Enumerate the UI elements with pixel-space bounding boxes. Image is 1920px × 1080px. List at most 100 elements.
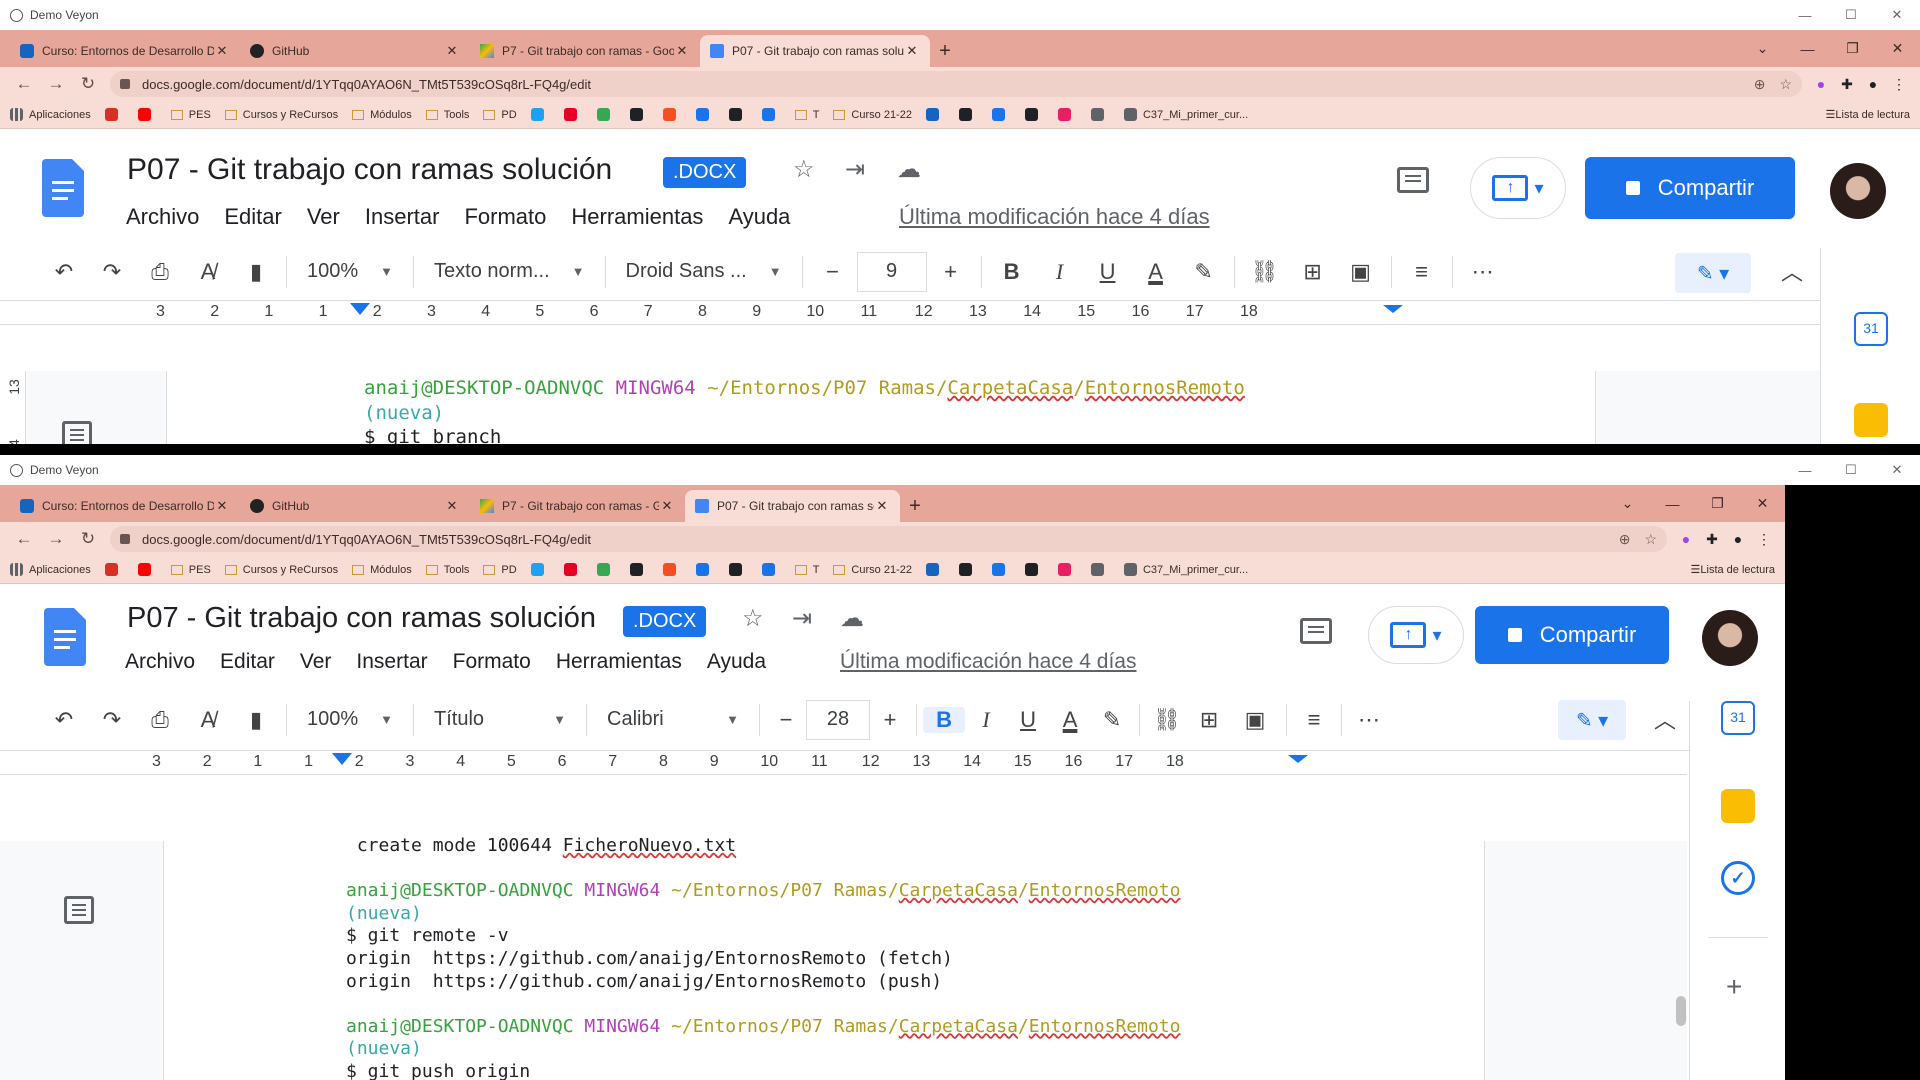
close-tab-icon[interactable]: ✕ bbox=[444, 498, 460, 514]
zoom-select[interactable]: 100% ▼ bbox=[293, 260, 407, 283]
bookmark-aplicaciones-0[interactable]: Aplicaciones bbox=[10, 563, 91, 576]
maximize-button[interactable]: ☐ bbox=[1828, 0, 1874, 30]
bookmark-twitter-8[interactable] bbox=[530, 108, 550, 121]
editing-mode-button[interactable]: ✎ ▾ bbox=[1558, 700, 1626, 740]
outline-icon[interactable] bbox=[62, 421, 92, 444]
close-tab-icon[interactable]: ✕ bbox=[214, 43, 230, 59]
calendar-icon[interactable]: 31 bbox=[1854, 312, 1888, 346]
bookmark-cloud-13[interactable] bbox=[695, 108, 715, 121]
present-button[interactable]: ↑ ▾ bbox=[1470, 157, 1566, 219]
present-button[interactable]: ↑ ▾ bbox=[1368, 606, 1464, 664]
move-icon[interactable]: ⇥ bbox=[792, 604, 812, 633]
highlight-icon[interactable]: ✎ bbox=[1180, 259, 1228, 285]
add-addon-icon[interactable]: + bbox=[1726, 971, 1742, 1003]
docs-logo-icon[interactable] bbox=[44, 608, 86, 666]
bookmark-aplicaciones-0[interactable]: Aplicaciones bbox=[10, 108, 91, 121]
bookmark-gmail-1[interactable] bbox=[104, 108, 124, 121]
docs-logo-icon[interactable] bbox=[42, 159, 84, 217]
bookmark-pes-3[interactable]: PES bbox=[170, 109, 211, 121]
menu-editar[interactable]: Editar bbox=[224, 204, 281, 230]
avatar[interactable] bbox=[1830, 163, 1886, 219]
zoom-icon[interactable]: ⊕ bbox=[1619, 531, 1631, 548]
menu-icon[interactable]: ⋮ bbox=[1751, 531, 1777, 548]
close-button[interactable]: ✕ bbox=[1874, 0, 1920, 30]
keep-icon[interactable] bbox=[1721, 789, 1755, 823]
undo-icon[interactable]: ↶ bbox=[40, 259, 88, 285]
bookmark-pes-3[interactable]: PES bbox=[170, 564, 211, 576]
bookmark-cursos-y-recursos-4[interactable]: Cursos y ReCursos bbox=[224, 109, 338, 121]
print-icon[interactable]: ⎙ bbox=[136, 259, 184, 285]
close-button[interactable]: ✕ bbox=[1875, 40, 1920, 57]
comments-icon[interactable] bbox=[1300, 618, 1332, 644]
close-button[interactable]: ✕ bbox=[1740, 495, 1785, 512]
align-icon[interactable]: ≡ bbox=[1293, 707, 1335, 733]
redo-icon[interactable]: ↷ bbox=[88, 707, 136, 733]
link-icon[interactable]: ⛓ bbox=[1241, 259, 1289, 285]
bookmark-generic-14[interactable] bbox=[728, 563, 748, 576]
increase-size-icon[interactable]: + bbox=[870, 707, 910, 733]
bookmark-drive-10[interactable] bbox=[596, 563, 616, 576]
reading-list-button[interactable]: ☰ Lista de lectura bbox=[1691, 563, 1775, 577]
bookmark-drive-10[interactable] bbox=[596, 108, 616, 121]
undo-icon[interactable]: ↶ bbox=[40, 707, 88, 733]
tab-drive[interactable]: P7 - Git trabajo con ramas - Google✕ bbox=[470, 490, 685, 522]
share-button[interactable]: Compartir bbox=[1475, 606, 1669, 664]
cloud-saved-icon[interactable]: ☁ bbox=[840, 604, 864, 633]
bookmark-pinterest-9[interactable] bbox=[563, 563, 583, 576]
bookmark-generic-22[interactable] bbox=[1057, 563, 1077, 576]
style-select[interactable]: Texto norm... ▼ bbox=[420, 260, 598, 283]
spellcheck-icon[interactable]: A̸ bbox=[184, 259, 232, 285]
reload-icon[interactable]: ↻ bbox=[72, 74, 104, 94]
last-modified-link[interactable]: Última modificación hace 4 días bbox=[899, 204, 1210, 230]
tab-docs[interactable]: P07 - Git trabajo con ramas solución✕ bbox=[685, 490, 900, 522]
tab-github[interactable]: GitHub ✕ bbox=[240, 35, 470, 67]
minimize-button[interactable]: — bbox=[1782, 0, 1828, 30]
editing-mode-button[interactable]: ✎ ▾ bbox=[1675, 253, 1751, 293]
reading-list-button[interactable]: ☰ Lista de lectura bbox=[1826, 108, 1910, 122]
menu-formato[interactable]: Formato bbox=[464, 204, 546, 230]
italic-icon[interactable]: I bbox=[1036, 259, 1084, 285]
star-icon[interactable]: ☆ bbox=[1644, 531, 1657, 548]
tab-docs[interactable]: P07 - Git trabajo con ramas solución✕ bbox=[700, 35, 930, 67]
bookmark-generic-23[interactable] bbox=[1090, 108, 1110, 121]
avatar[interactable] bbox=[1702, 610, 1758, 666]
star-icon[interactable]: ☆ bbox=[793, 155, 815, 184]
print-icon[interactable]: ⎙ bbox=[136, 707, 184, 733]
add-comment-icon[interactable]: ⊞ bbox=[1289, 259, 1337, 285]
bookmark-tools-6[interactable]: Tools bbox=[425, 564, 469, 576]
bookmark-tools-6[interactable]: Tools bbox=[425, 109, 469, 121]
bookmark-pd-7[interactable]: PD bbox=[483, 109, 517, 121]
insert-image-icon[interactable]: ▣ bbox=[1337, 259, 1385, 285]
keep-icon[interactable] bbox=[1854, 403, 1888, 437]
bookmark-generic-19[interactable] bbox=[958, 563, 978, 576]
right-indent-marker[interactable] bbox=[1383, 305, 1403, 313]
text-color-icon[interactable]: A bbox=[1132, 259, 1180, 285]
outline-icon[interactable] bbox=[64, 896, 94, 924]
bookmark-pinterest-9[interactable] bbox=[563, 108, 583, 121]
comments-icon[interactable] bbox=[1397, 167, 1429, 193]
font-size-input[interactable]: 9 bbox=[856, 251, 927, 292]
decrease-size-icon[interactable]: − bbox=[809, 259, 857, 285]
decrease-size-icon[interactable]: − bbox=[766, 707, 806, 733]
new-tab-button[interactable]: + bbox=[900, 490, 930, 522]
bookmark-mail-15[interactable] bbox=[761, 108, 781, 121]
star-icon[interactable]: ☆ bbox=[1779, 76, 1792, 93]
puzzle-icon[interactable]: ✚ bbox=[1699, 531, 1725, 548]
back-icon[interactable]: ← bbox=[8, 529, 40, 549]
redo-icon[interactable]: ↷ bbox=[88, 259, 136, 285]
close-tab-icon[interactable]: ✕ bbox=[214, 498, 230, 514]
insert-image-icon[interactable]: ▣ bbox=[1230, 707, 1280, 733]
bookmark-c37-mi-primer-cur--24[interactable]: C37_Mi_primer_cur... bbox=[1123, 108, 1248, 121]
menu-ver[interactable]: Ver bbox=[307, 204, 340, 230]
bookmark-cursos-y-recursos-4[interactable]: Cursos y ReCursos bbox=[224, 564, 338, 576]
forward-icon[interactable]: → bbox=[40, 529, 72, 549]
puzzle-icon[interactable]: ✚ bbox=[1834, 76, 1860, 93]
close-tab-icon[interactable]: ✕ bbox=[874, 498, 890, 514]
bookmark-generic-11[interactable] bbox=[629, 563, 649, 576]
close-button[interactable]: ✕ bbox=[1874, 455, 1920, 485]
font-select[interactable]: Calibri ▼ bbox=[593, 708, 753, 731]
menu-insertar[interactable]: Insertar bbox=[365, 204, 440, 230]
bookmark-github-21[interactable] bbox=[1024, 563, 1044, 576]
maximize-button[interactable]: ☐ bbox=[1828, 455, 1874, 485]
more-icon[interactable]: ⋯ bbox=[1348, 707, 1390, 733]
